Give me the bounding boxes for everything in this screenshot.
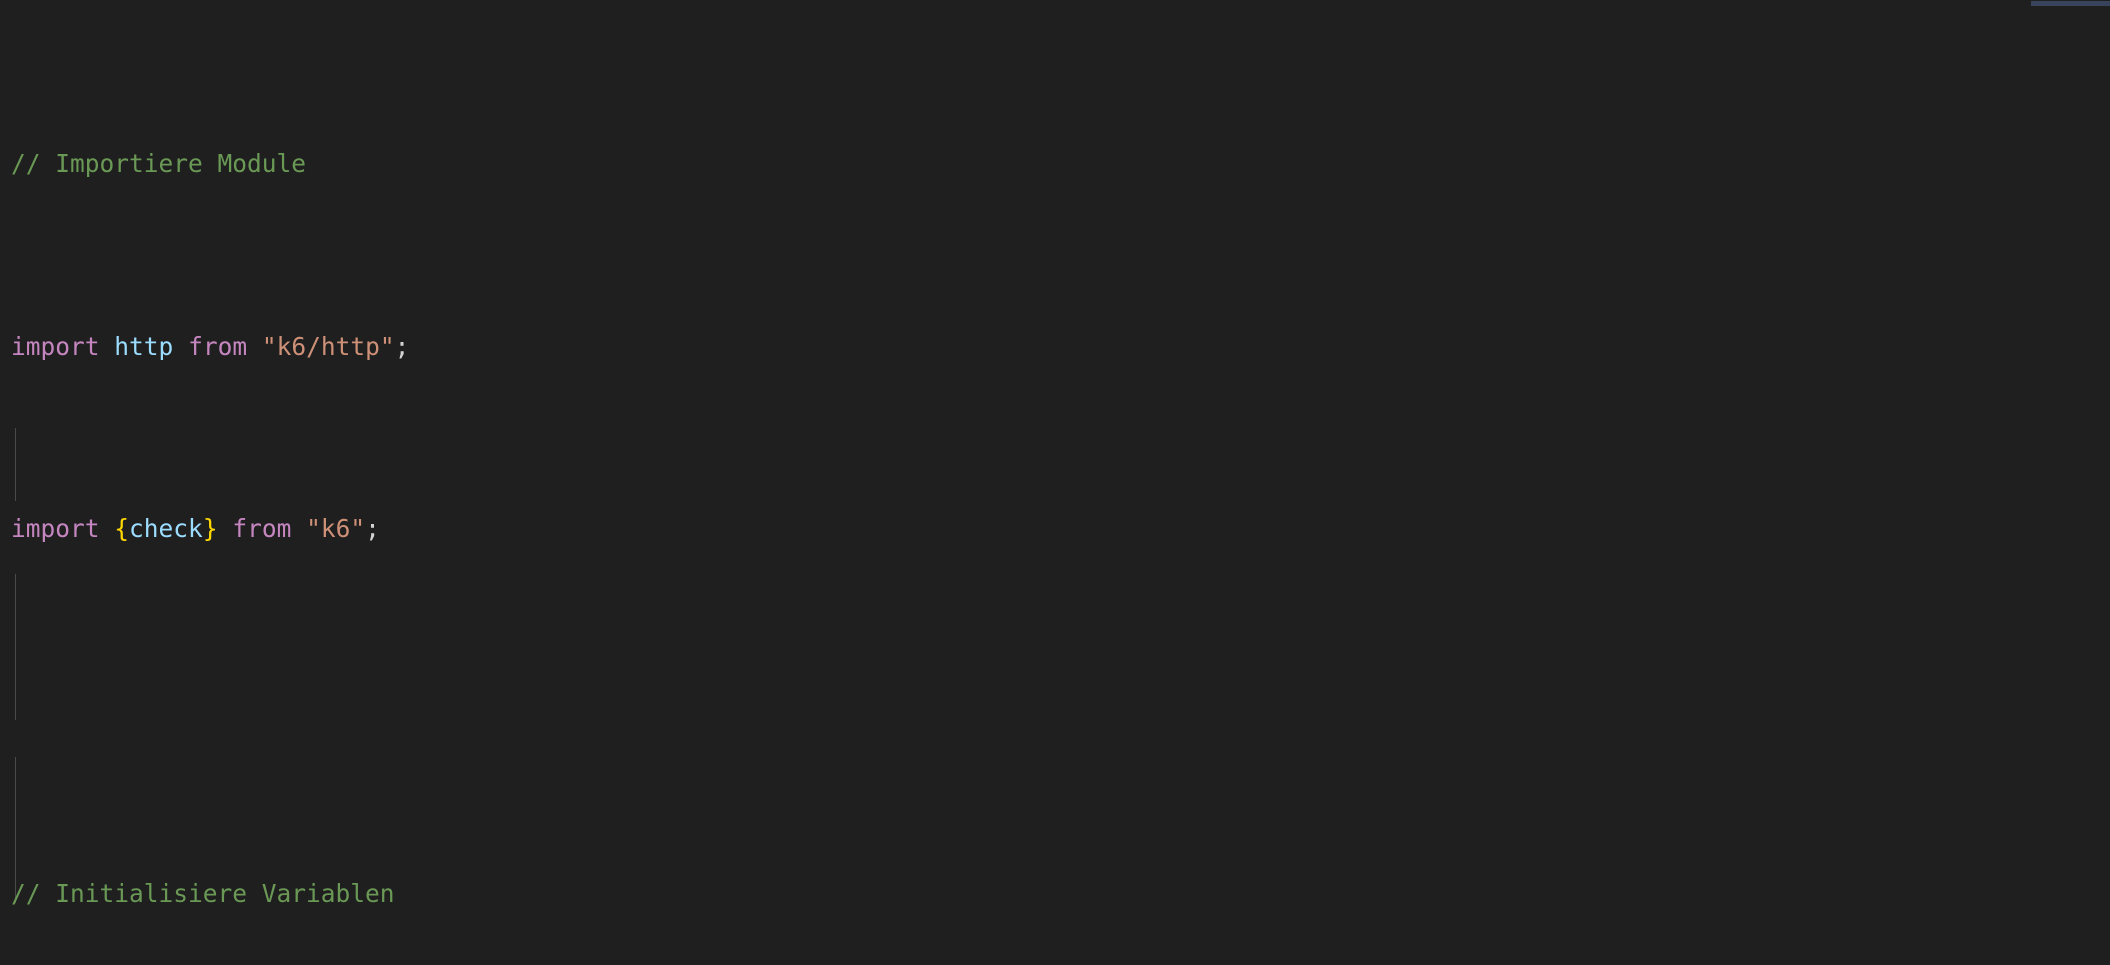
keyword-import: import [11,514,100,543]
string-k6-http: "k6/http" [261,331,395,361]
keyword-from: from [188,331,248,361]
brace-open: { [114,514,130,543]
code-line-2[interactable]: import http from "k6/http"; [0,329,926,366]
keyword-import: import [11,331,100,361]
code-editor[interactable]: // Importiere Module import http from "k… [0,0,2110,965]
identifier-check: check [129,514,203,543]
identifier-http: http [114,331,174,361]
keyword-from: from [232,514,292,543]
code-content[interactable]: // Importiere Module import http from "k… [0,0,926,965]
horizontal-scrollbar[interactable] [0,0,2110,7]
code-line-4[interactable] [0,694,926,731]
code-line-1[interactable]: // Importiere Module [0,146,926,183]
code-line-3[interactable]: import {check} from "k6"; [0,511,926,548]
string-k6: "k6" [306,514,366,543]
comment-token: // Importiere Module [11,149,307,178]
comment-token: // Initialisiere Variablen [11,879,395,908]
code-line-5[interactable]: // Initialisiere Variablen [0,876,926,913]
semicolon: ; [365,514,380,543]
semicolon: ; [394,331,410,361]
horizontal-scrollbar-thumb[interactable] [2031,1,2110,6]
brace-close: } [202,514,218,543]
